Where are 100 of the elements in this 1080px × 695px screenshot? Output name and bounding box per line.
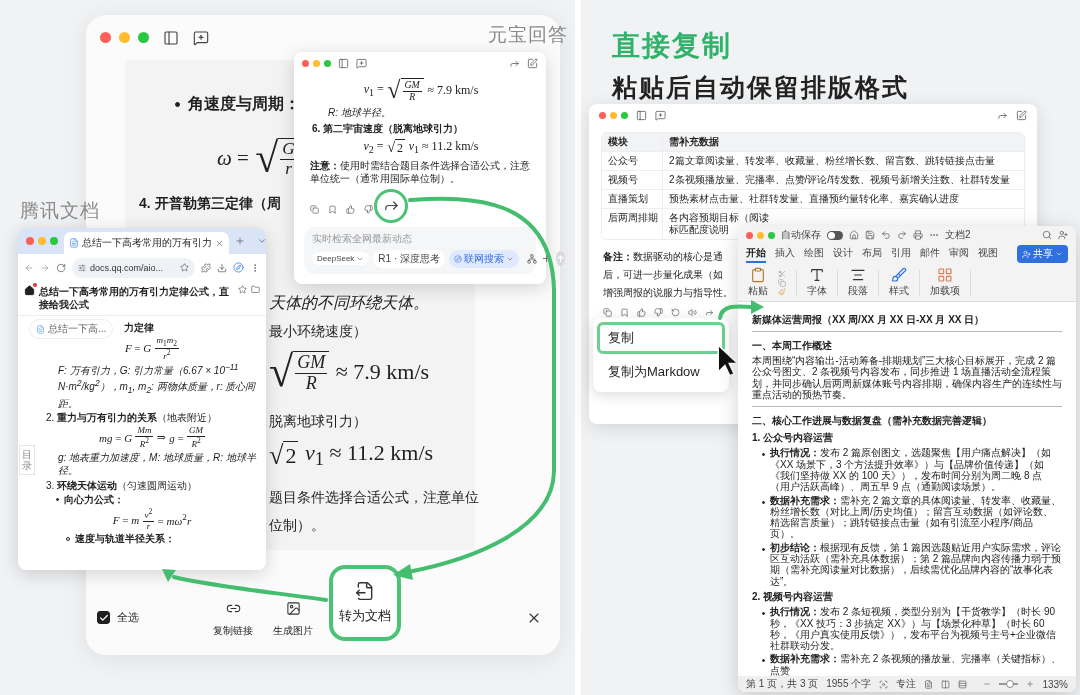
window-zoom-button[interactable] bbox=[768, 231, 775, 239]
body-text: 脱离地球引力） bbox=[269, 413, 367, 429]
share-button[interactable]: 共享 bbox=[1017, 245, 1068, 263]
model-chip[interactable]: R1 · 深度思考 bbox=[373, 249, 446, 268]
new-window-icon[interactable] bbox=[527, 57, 538, 69]
copy-icon[interactable] bbox=[310, 205, 319, 215]
star-icon[interactable] bbox=[238, 285, 247, 294]
message-input[interactable]: 实时检索全网最新动态 bbox=[312, 232, 528, 244]
math-formula: √2 v$_{1}$ ≈ 11.2 km/s bbox=[269, 440, 434, 471]
bullet-text: 执行情况：发布 2 篇原创图文，选题聚焦【用户痛点解决】（如《XX 场景下，3 个方法提升效率》）与【品牌价值传递】（如《我们坚持做 XX 的 100 天》），发布时间分别为周二晚 8 点（用户活跃高峰）、周五早 9 点（通勤阅读场景）。 bbox=[770, 447, 1053, 493]
regenerate-icon[interactable] bbox=[671, 308, 680, 317]
ribbon-tab[interactable]: 开始 bbox=[746, 245, 766, 263]
browser-tab[interactable]: 总结一下高考常用的万有引力 bbox=[64, 232, 229, 254]
ribbon-tab[interactable]: 绘图 bbox=[804, 245, 824, 263]
paragraph-icon[interactable] bbox=[850, 267, 866, 283]
ribbon-tab[interactable]: 审阅 bbox=[949, 245, 969, 263]
model-chip[interactable]: 联网搜索 bbox=[449, 249, 520, 268]
add-ins-icon[interactable] bbox=[937, 267, 953, 283]
sidebar-icon[interactable] bbox=[163, 29, 179, 46]
thumbs-down-icon[interactable] bbox=[364, 205, 373, 215]
model-chip[interactable]: DeepSeek bbox=[312, 252, 370, 266]
column-header: 需补充数据 bbox=[662, 133, 1024, 151]
undo-icon[interactable] bbox=[881, 230, 891, 240]
ribbon-tab[interactable]: 引用 bbox=[891, 245, 911, 263]
ribbon-tab[interactable]: 设计 bbox=[833, 245, 853, 263]
window-minimize-button[interactable] bbox=[757, 231, 764, 239]
note-text: 增强周报的说服力与指导性。 bbox=[603, 286, 733, 300]
sidebar-icon[interactable] bbox=[636, 109, 647, 121]
thumbs-down-icon[interactable] bbox=[654, 308, 663, 317]
cut-icon[interactable] bbox=[778, 269, 786, 278]
redo-icon[interactable] bbox=[897, 230, 907, 240]
bullet-icon bbox=[56, 498, 59, 502]
web-layout-icon[interactable] bbox=[941, 679, 951, 689]
ribbon-label: 字体 bbox=[807, 284, 827, 298]
new-chat-icon[interactable] bbox=[193, 29, 209, 46]
window-close-button[interactable] bbox=[302, 59, 309, 67]
image-action-button[interactable]: 生成图片 bbox=[269, 596, 317, 643]
home-icon[interactable] bbox=[24, 285, 35, 296]
new-window-icon[interactable] bbox=[1016, 109, 1027, 121]
print-icon[interactable] bbox=[913, 230, 923, 240]
window-close-button[interactable] bbox=[599, 111, 606, 119]
document-title: 新媒体运营周报（XX 周/XX 月 XX 日-XX 月 XX 日） bbox=[752, 314, 986, 326]
select-all-checkbox[interactable]: 全选 bbox=[97, 610, 139, 625]
paste-icon[interactable] bbox=[750, 267, 766, 283]
window-close-button[interactable] bbox=[100, 32, 111, 43]
zoom-out-icon[interactable] bbox=[983, 680, 992, 688]
window-zoom-button[interactable] bbox=[324, 59, 331, 67]
copy-icon[interactable] bbox=[603, 308, 612, 317]
zoom-in-icon[interactable] bbox=[1026, 680, 1035, 688]
new-tab-icon[interactable] bbox=[235, 236, 245, 246]
back-icon[interactable] bbox=[24, 262, 34, 273]
ribbon-tab[interactable]: 插入 bbox=[775, 245, 795, 263]
page-title: 总结一下高考常用的万有引力定律公式，直接给我公式 bbox=[39, 285, 230, 311]
print-layout-icon[interactable] bbox=[924, 679, 934, 689]
sliders-icon bbox=[78, 263, 86, 272]
folder-icon[interactable] bbox=[251, 285, 260, 294]
autosave-toggle[interactable] bbox=[827, 230, 843, 240]
focus-icon[interactable] bbox=[879, 679, 889, 689]
checkmark-icon bbox=[98, 612, 109, 623]
window-minimize-button[interactable] bbox=[119, 32, 130, 43]
ribbon-tab[interactable]: 布局 bbox=[862, 245, 882, 263]
save-icon[interactable] bbox=[865, 230, 875, 240]
window-zoom-button[interactable] bbox=[138, 32, 149, 43]
address-bar[interactable]: docs.qq.com/aio... bbox=[72, 257, 195, 278]
menu-item[interactable]: 复制 bbox=[597, 322, 725, 354]
font-icon[interactable] bbox=[809, 267, 825, 283]
page-count: 第 1 页，共 3 页 bbox=[746, 677, 819, 691]
extension-icon[interactable] bbox=[201, 262, 211, 273]
formula-note: g: 地表重力加速度，M: 地球质量，R: 地球半径。 bbox=[58, 450, 257, 478]
ribbon-tab[interactable]: 邮件 bbox=[920, 245, 940, 263]
bullet-icon bbox=[762, 659, 765, 663]
numbered-heading: 3. 环绕天体运动（匀速圆周运动） bbox=[46, 478, 198, 493]
table-cell-text: 各内容预期目标（阅读 bbox=[669, 212, 769, 224]
document-action-button[interactable]: 转为文档 bbox=[329, 564, 401, 641]
zoom-thumb[interactable] bbox=[1005, 680, 1014, 688]
thumbs-up-icon[interactable] bbox=[637, 308, 646, 317]
outline-icon[interactable] bbox=[958, 679, 968, 689]
reload-icon[interactable] bbox=[56, 262, 66, 273]
document-chip[interactable]: 总结一下高... bbox=[30, 320, 113, 338]
window-close-button[interactable] bbox=[26, 237, 34, 245]
styles-icon[interactable] bbox=[891, 267, 907, 283]
window-minimize-button[interactable] bbox=[610, 111, 617, 119]
thumbs-up-icon[interactable] bbox=[346, 205, 355, 215]
window-close-button[interactable] bbox=[746, 231, 753, 239]
bookmark-icon[interactable] bbox=[328, 205, 337, 215]
bookmark-icon[interactable] bbox=[620, 308, 629, 317]
speaker-icon[interactable] bbox=[688, 308, 697, 317]
window-zoom-button[interactable] bbox=[50, 237, 58, 245]
network-icon[interactable] bbox=[527, 253, 538, 264]
sidebar-icon[interactable] bbox=[338, 57, 349, 69]
link-action-button[interactable]: 复制链接 bbox=[209, 596, 257, 643]
chevron-icon[interactable] bbox=[257, 236, 266, 246]
search-icon[interactable] bbox=[1042, 230, 1052, 240]
ribbon-tab[interactable]: 视图 bbox=[978, 245, 998, 263]
forward-icon[interactable] bbox=[40, 262, 50, 273]
person-icon[interactable] bbox=[1058, 230, 1068, 240]
window-zoom-button[interactable] bbox=[621, 111, 628, 119]
window-minimize-button[interactable] bbox=[313, 59, 320, 67]
download-icon[interactable] bbox=[217, 262, 227, 273]
ribbon-label: 加载项 bbox=[930, 284, 960, 298]
